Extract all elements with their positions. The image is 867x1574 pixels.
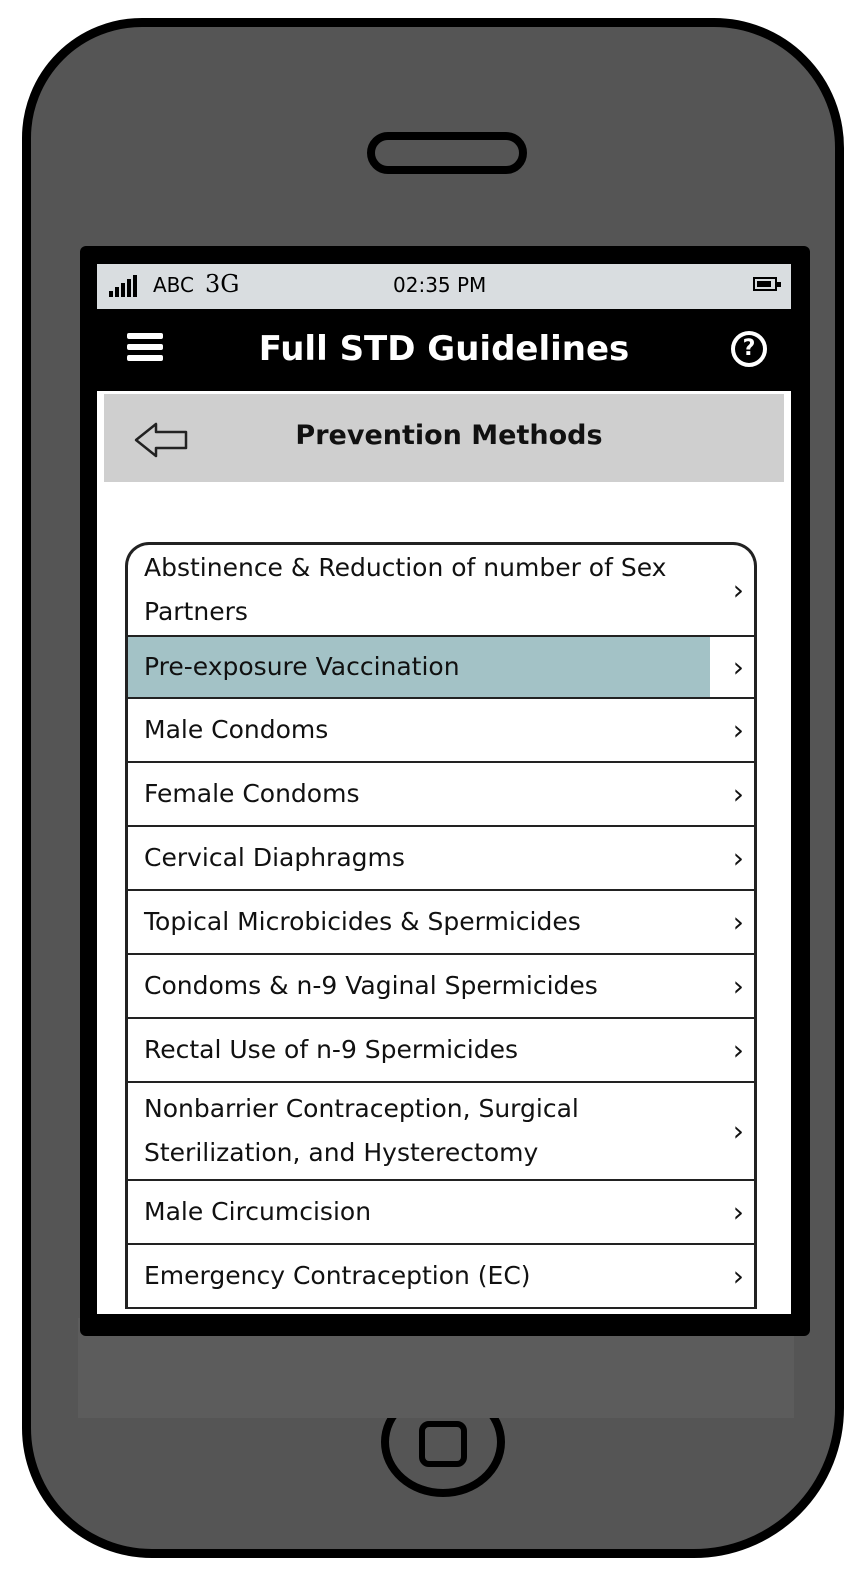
list-item-label: Pre-exposure Vaccination — [144, 652, 460, 681]
list-item-label: Abstinence & Reduction of number of Sex … — [144, 553, 667, 626]
list-item-label: Female Condoms — [144, 779, 360, 808]
section-header: Prevention Methods — [104, 394, 784, 482]
chevron-right-icon: › — [732, 1033, 744, 1067]
list-item[interactable]: Rectal Use of n-9 Spermicides › — [128, 1019, 754, 1083]
list-item-label: Male Condoms — [144, 715, 329, 744]
list-item[interactable]: Nonbarrier Contraception, Surgical Steri… — [128, 1083, 754, 1181]
chevron-right-icon: › — [732, 1114, 744, 1148]
phone-speaker — [367, 132, 527, 174]
list-item[interactable]: Emergency Contraception (EC) › — [128, 1245, 754, 1309]
carrier-name: ABC — [153, 273, 195, 297]
list-item-label: Condoms & n-9 Vaginal Spermicides — [144, 971, 598, 1000]
list-item-label: Male Circumcision — [144, 1197, 372, 1226]
section-title: Prevention Methods — [295, 420, 603, 451]
status-time: 02:35 PM — [393, 273, 487, 297]
chevron-right-icon: › — [732, 1195, 744, 1229]
list-item-label: Nonbarrier Contraception, Surgical Steri… — [144, 1094, 579, 1167]
signal-strength-icon — [109, 275, 137, 297]
prevention-methods-list: Abstinence & Reduction of number of Sex … — [125, 542, 757, 1309]
list-item[interactable]: Pre-exposure Vaccination › — [128, 637, 754, 699]
list-item[interactable]: Male Circumcision › — [128, 1181, 754, 1245]
nav-bar: Full STD Guidelines ? — [97, 309, 791, 391]
list-item-label: Emergency Contraception (EC) — [144, 1261, 531, 1290]
chevron-right-icon: › — [732, 1259, 744, 1293]
chevron-right-icon: › — [732, 713, 744, 747]
chevron-right-icon: › — [732, 905, 744, 939]
chevron-right-icon: › — [732, 841, 744, 875]
chevron-right-icon: › — [732, 969, 744, 1003]
list-item-label: Rectal Use of n-9 Spermicides — [144, 1035, 519, 1064]
network-type: 3G — [205, 270, 240, 298]
list-item-label: Topical Microbicides & Spermicides — [144, 907, 581, 936]
chevron-right-icon: › — [732, 573, 744, 607]
help-icon[interactable]: ? — [731, 331, 767, 367]
list-item[interactable]: Abstinence & Reduction of number of Sex … — [128, 545, 754, 637]
list-item[interactable]: Female Condoms › — [128, 763, 754, 827]
list-item-label: Cervical Diaphragms — [144, 843, 405, 872]
status-bar: ABC 3G 02:35 PM — [97, 264, 791, 309]
list-item[interactable]: Male Condoms › — [128, 699, 754, 763]
help-glyph: ? — [735, 335, 763, 363]
chevron-right-icon: › — [732, 650, 744, 684]
battery-icon — [753, 277, 781, 291]
chevron-right-icon: › — [732, 777, 744, 811]
list-item[interactable]: Condoms & n-9 Vaginal Spermicides › — [128, 955, 754, 1019]
list-item[interactable]: Cervical Diaphragms › — [128, 827, 754, 891]
phone-screen: ABC 3G 02:35 PM Full STD Guidelines ? Pr… — [97, 264, 791, 1314]
page-title: Full STD Guidelines — [258, 329, 630, 369]
home-button-square-icon — [419, 1421, 467, 1467]
list-item[interactable]: Topical Microbicides & Spermicides › — [128, 891, 754, 955]
